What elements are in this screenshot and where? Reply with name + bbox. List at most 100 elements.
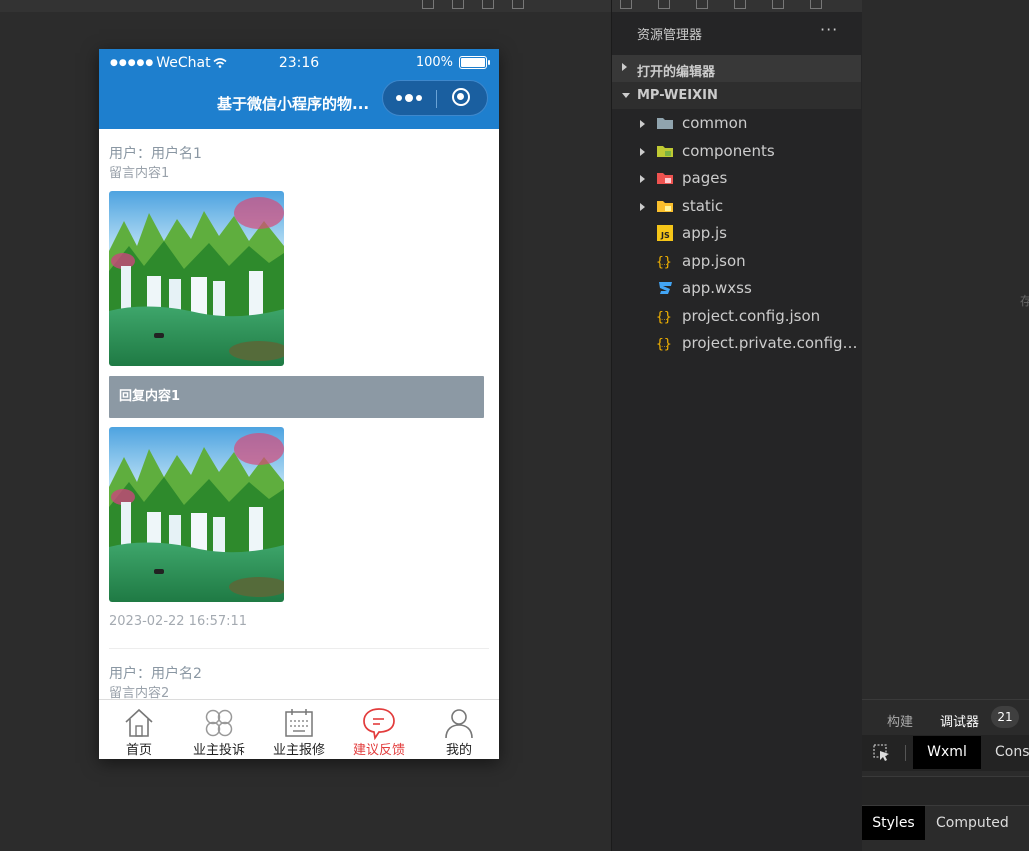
tree-item-static[interactable]: static <box>612 193 861 221</box>
tab-mine[interactable]: 我的 <box>419 700 499 759</box>
tab-label: 业主报修 <box>272 743 325 758</box>
css-file-icon <box>659 282 672 294</box>
battery-status: 100% <box>415 55 490 70</box>
tab-label: 建议反馈 <box>352 743 405 758</box>
tab-label: 首页 <box>125 743 152 758</box>
tree-item-common[interactable]: common <box>612 110 861 138</box>
tab-build[interactable]: 构建 <box>887 711 913 730</box>
toolbar-icon-1[interactable] <box>422 0 434 9</box>
navigation-bar: 基于微信小程序的物... <box>99 77 499 129</box>
tree-item-label: common <box>682 114 748 132</box>
tree-item-app-js[interactable]: JS app.js <box>612 220 861 248</box>
reply-box: 回复内容1 <box>109 376 484 418</box>
chevron-right-icon <box>640 175 645 183</box>
feedback-list[interactable]: 用户：用户名1 留言内容1 回复内容1 2023-02-22 16:57:11 … <box>99 129 499 699</box>
tab-styles[interactable]: Styles <box>862 806 925 840</box>
message-user: 用户：用户名1 <box>109 146 202 162</box>
tab-repair[interactable]: 业主报修 <box>259 700 339 759</box>
reply-image[interactable] <box>109 427 284 602</box>
explorer-tool-icon-2[interactable] <box>658 0 670 9</box>
folder-icon <box>657 118 673 129</box>
home-icon <box>125 708 153 737</box>
tree-item-pages[interactable]: pages <box>612 165 861 193</box>
components-folder-icon <box>657 145 673 157</box>
explorer-tool-icon-3[interactable] <box>696 0 708 9</box>
toolbar-icon-3[interactable] <box>482 0 494 9</box>
json-file-icon: {}... <box>656 337 672 351</box>
file-tree: common components pages static JS app.js… <box>612 110 862 358</box>
chevron-right-icon <box>640 120 645 128</box>
message-time: 2023-02-22 16:57:11 <box>109 614 248 629</box>
message-content: 留言内容2 <box>109 686 170 699</box>
status-bar: ●●●●● WeChat 23:16 100% <box>99 49 499 77</box>
tab-label: 业主投诉 <box>192 743 245 758</box>
battery-percent: 100% <box>415 55 453 70</box>
tab-label: 我的 <box>445 743 472 758</box>
js-file-icon: JS <box>657 225 673 241</box>
wxml-tree-area[interactable] <box>862 776 1029 806</box>
explorer-toolbar-icons <box>620 0 822 12</box>
tab-bar: 首页 业主投诉 业主报修 建议反馈 我的 <box>99 699 499 759</box>
explorer-tool-icon-1[interactable] <box>620 0 632 9</box>
toolbar-divider <box>905 745 906 761</box>
tree-item-project-config[interactable]: {}... project.config.json <box>612 303 861 331</box>
explorer-more-button[interactable]: ··· <box>820 20 838 39</box>
styles-tabs: Styles Computed <box>862 806 1029 840</box>
person-icon <box>445 709 473 739</box>
tab-console[interactable]: Cons <box>995 744 1029 760</box>
devtools-panel: 构建 调试器 21 Wxml Cons Styles Computed <box>862 0 1029 851</box>
section-label: 打开的编辑器 <box>637 65 716 80</box>
more-menu-button[interactable] <box>394 90 424 106</box>
menu-capsule <box>382 80 488 116</box>
tree-item-label: static <box>682 196 724 215</box>
element-inspect-icon[interactable] <box>872 743 892 763</box>
tab-wxml[interactable]: Wxml <box>913 736 981 769</box>
tab-debugger[interactable]: 调试器 <box>940 711 980 738</box>
pages-folder-icon <box>657 173 673 184</box>
message-user: 用户：用户名2 <box>109 666 202 682</box>
clipped-text: 存 <box>1020 294 1029 308</box>
tree-item-label: pages <box>682 169 728 187</box>
open-editors-section[interactable]: 打开的编辑器 <box>612 55 861 82</box>
keyboard-icon <box>285 709 313 737</box>
svg-text:JS: JS <box>660 231 670 240</box>
chevron-right-icon <box>640 202 645 211</box>
chevron-right-icon <box>640 147 645 156</box>
toolbar-icons <box>422 0 524 12</box>
message-item: 用户：用户名2 留言内容2 <box>99 665 499 699</box>
chevron-right-icon <box>622 63 627 71</box>
clover-icon <box>205 709 233 737</box>
devtools-tabs: 构建 调试器 21 <box>862 699 1029 738</box>
page-title: 基于微信小程序的物... <box>217 95 370 113</box>
section-label: MP-WEIXIN <box>637 88 718 103</box>
chevron-down-icon <box>622 93 630 98</box>
explorer-tool-icon-6[interactable] <box>810 0 822 9</box>
tree-item-components[interactable]: components <box>612 138 861 166</box>
close-miniprogram-button[interactable] <box>452 88 470 106</box>
tab-feedback[interactable]: 建议反馈 <box>339 700 419 759</box>
explorer-tool-icon-5[interactable] <box>772 0 784 9</box>
svg-text:...: ... <box>661 259 668 267</box>
tree-item-label: app.js <box>682 224 727 242</box>
tab-complaint[interactable]: 业主投诉 <box>179 700 259 759</box>
static-folder-icon <box>657 200 673 212</box>
tree-item-label: components <box>682 141 775 160</box>
tree-item-app-json[interactable]: {}... app.json <box>612 248 861 276</box>
tree-item-label: project.config.json <box>682 306 821 325</box>
toolbar-icon-4[interactable] <box>512 0 524 9</box>
tree-item-app-wxss[interactable]: app.wxss <box>612 275 861 303</box>
capsule-divider <box>436 90 437 108</box>
project-section[interactable]: MP-WEIXIN <box>612 82 861 109</box>
message-image[interactable] <box>109 191 284 366</box>
tree-item-project-private-config[interactable]: {}... project.private.config.js... <box>612 330 862 358</box>
json-file-icon: {}... <box>656 255 672 269</box>
debugger-count-badge: 21 <box>991 706 1019 728</box>
battery-icon <box>459 56 490 69</box>
tree-item-label: app.wxss <box>682 279 752 297</box>
message-item: 用户：用户名1 留言内容1 回复内容1 2023-02-22 16:57:11 <box>99 145 499 649</box>
explorer-tool-icon-4[interactable] <box>734 0 746 9</box>
tab-home[interactable]: 首页 <box>99 700 179 759</box>
tab-computed[interactable]: Computed <box>936 815 1009 831</box>
toolbar-icon-2[interactable] <box>452 0 464 9</box>
message-divider <box>109 648 489 649</box>
